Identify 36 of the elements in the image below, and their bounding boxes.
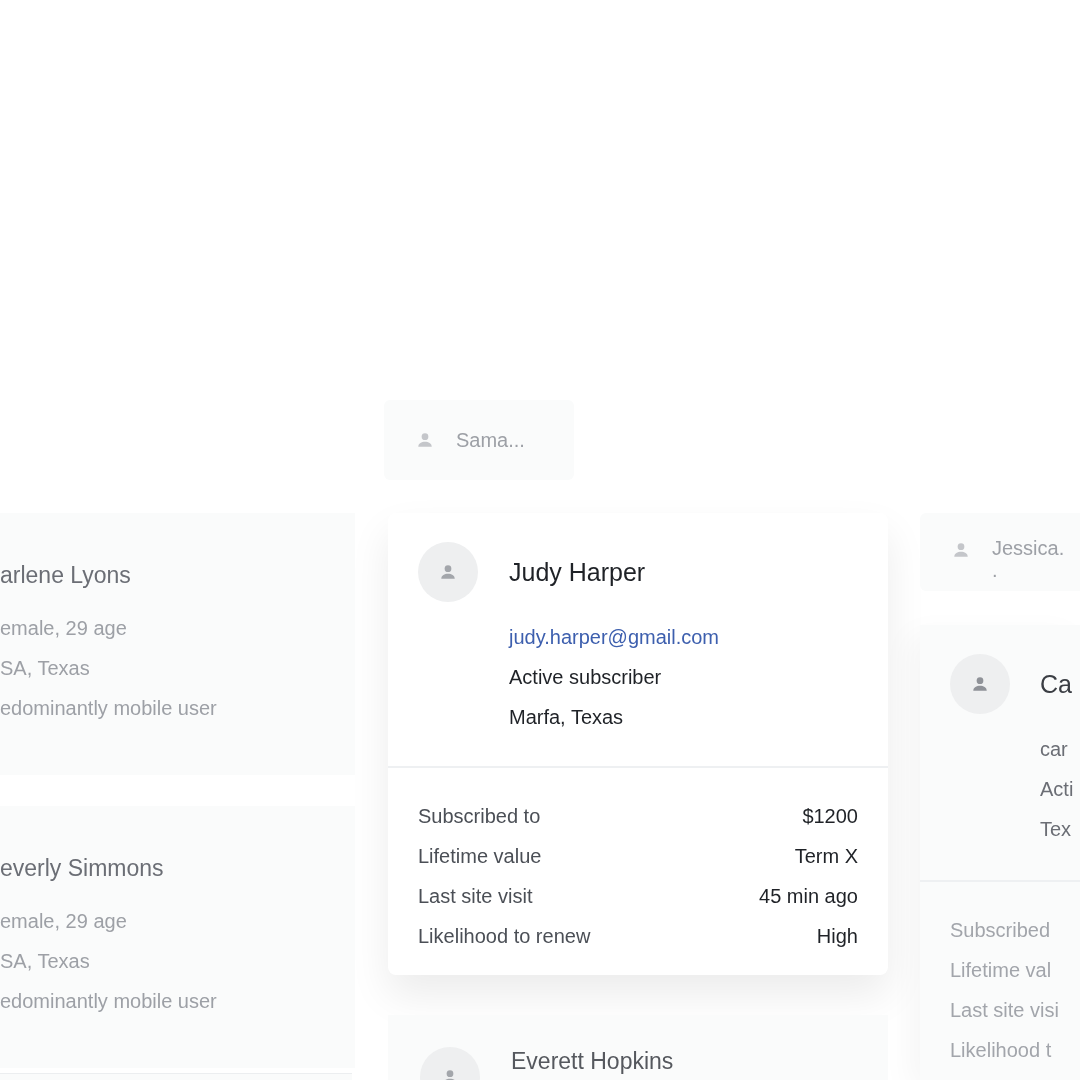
user-icon — [952, 541, 970, 559]
stat-value: $1200 — [802, 804, 858, 829]
detail-text: SA, Texas — [0, 656, 91, 681]
stat-value: High — [816, 924, 858, 949]
email-link[interactable]: judy.harper@gmail.com — [509, 624, 719, 650]
stat-label: Lifetime value — [418, 844, 542, 869]
detail-text: Marfa, Texas — [509, 705, 625, 730]
detail-text: car — [1040, 737, 1069, 762]
person-name: everly Simmons — [0, 854, 165, 882]
detail-text: Acti — [1040, 777, 1074, 802]
stat-label: Last site visi — [950, 998, 1060, 1023]
stat-value: 45 min ago — [759, 884, 858, 909]
stat-label: Subscribed to — [418, 804, 541, 829]
stat-label: Subscribed — [950, 918, 1052, 943]
chip-label: Jessica. — [992, 537, 1065, 559]
detail-text: emale, 29 age — [0, 909, 128, 934]
chip-label: Sama... — [456, 428, 525, 453]
detail-text: SA, Texas — [0, 949, 91, 974]
detail-text: Tex — [1040, 817, 1073, 842]
chip-label: . — [992, 559, 999, 581]
person-name: Everett Hopkins — [511, 1047, 674, 1076]
detail-text: emale, 29 age — [0, 616, 128, 641]
detail-text: edominantly mobile user — [0, 989, 218, 1014]
detail-text: Active subscriber — [509, 665, 663, 690]
person-name: arlene Lyons — [0, 561, 132, 589]
user-icon — [439, 563, 457, 581]
stat-value: Term X — [794, 844, 858, 869]
stat-label: Likelihood to renew — [418, 924, 591, 949]
user-icon — [416, 431, 434, 449]
stat-label: Last site visit — [418, 884, 533, 909]
stat-label: Likelihood t — [950, 1038, 1053, 1063]
detail-text: edominantly mobile user — [0, 696, 218, 721]
stat-label: Lifetime val — [950, 958, 1053, 983]
user-icon — [971, 675, 989, 693]
person-name: Ca — [1040, 669, 1073, 699]
person-name: Judy Harper — [509, 557, 647, 587]
